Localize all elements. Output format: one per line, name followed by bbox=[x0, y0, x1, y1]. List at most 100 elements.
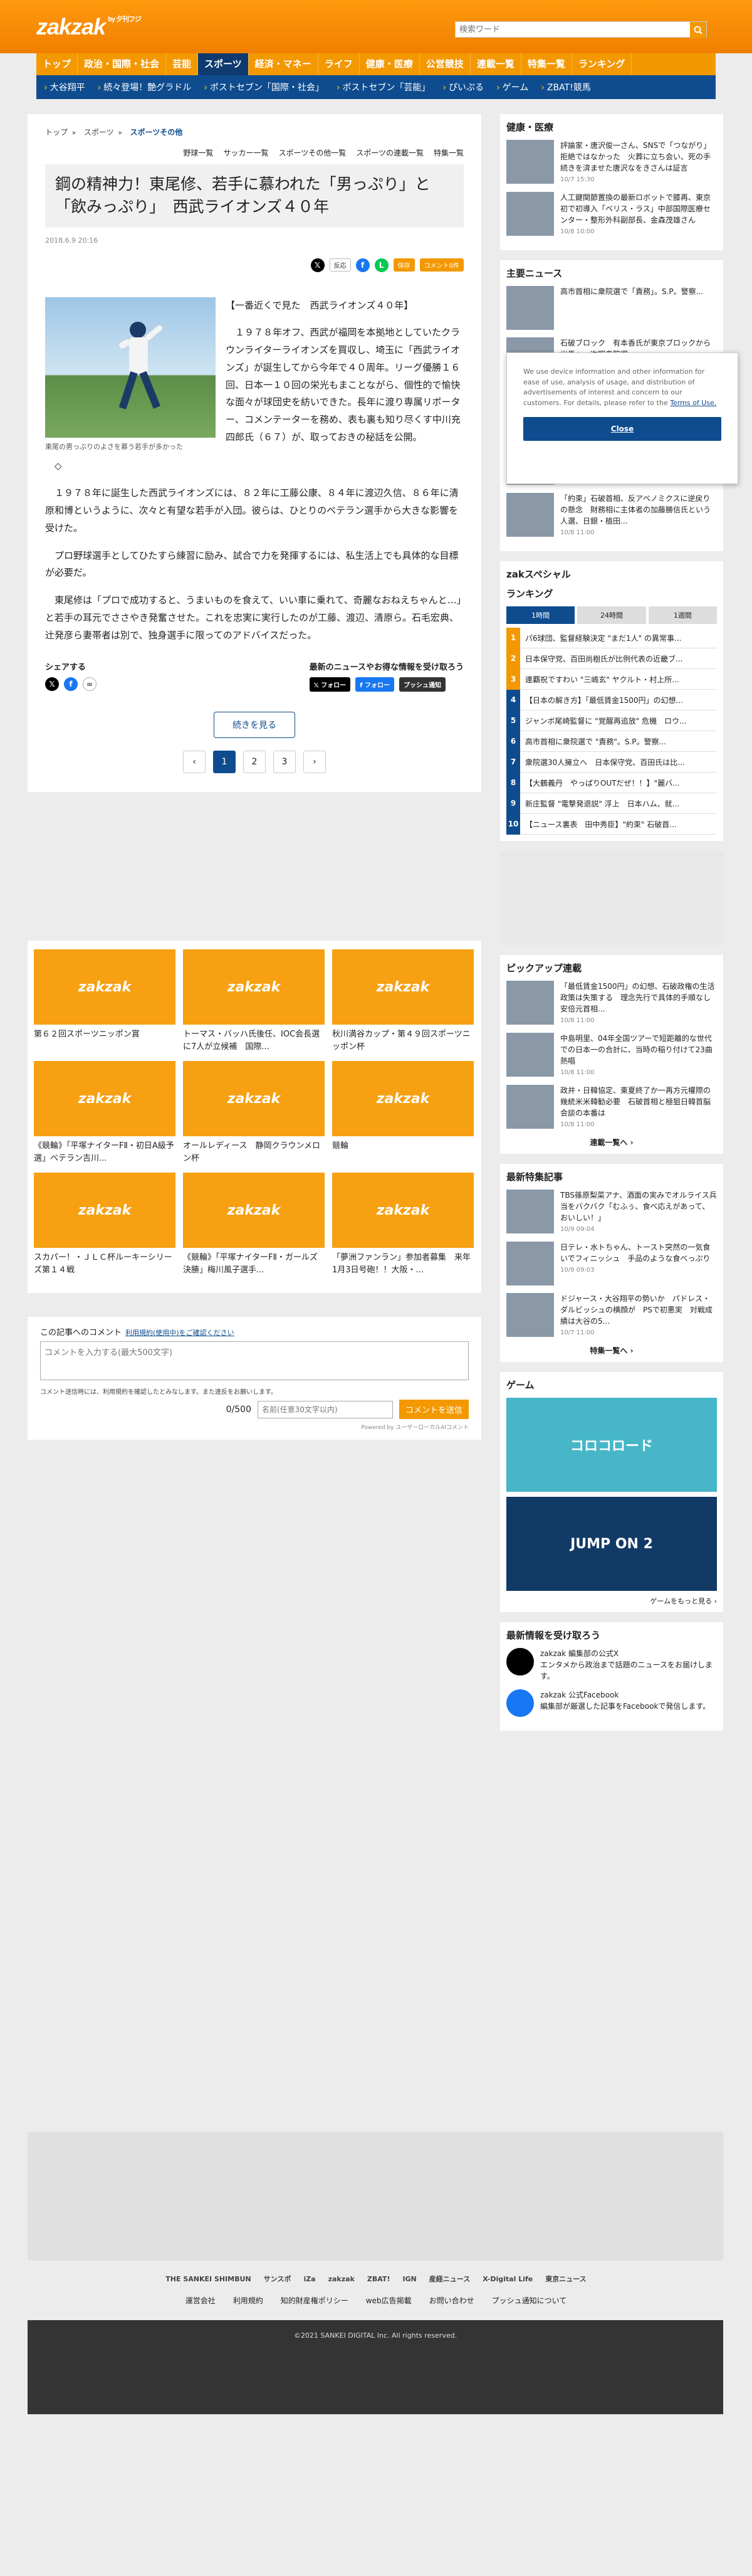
nav-item[interactable]: ランキング bbox=[572, 53, 632, 75]
nav-item[interactable]: 公営競技 bbox=[420, 53, 471, 75]
bookmark-button[interactable]: 保存 bbox=[393, 258, 415, 272]
news-item[interactable]: 評論家・唐沢俊一さん、SNSで「つながり」拒絶ではなかった 火葬に立ち会い、死の… bbox=[506, 140, 717, 184]
news-item[interactable]: 人工鍵関節置換の最新ロボットで膝再、東京初で初導入「ベリス・ラス」中部国際医療セ… bbox=[506, 192, 717, 236]
page-link[interactable]: 1 bbox=[213, 751, 236, 774]
breadcrumb-current[interactable]: スポーツその他 bbox=[130, 128, 183, 137]
game-banner-2[interactable]: JUMP ON 2 bbox=[506, 1497, 717, 1591]
breadcrumb-sports[interactable]: スポーツ bbox=[84, 128, 114, 137]
news-item[interactable]: ドジャース・大谷翔平の勢いか パドレス・ダルビッシュの横顔が PSで初悪実 対戦… bbox=[506, 1293, 717, 1338]
grid-card[interactable]: zakzak 競輪 bbox=[332, 1061, 474, 1164]
partner-logo[interactable]: iZa bbox=[303, 2275, 315, 2283]
subnav-item[interactable]: ポストセブン「国際・社会」 bbox=[204, 81, 324, 93]
news-item[interactable]: 高市首相に衆院選で「責務」。S.P。警察... bbox=[506, 286, 717, 330]
game-banner-1[interactable]: コロコロード bbox=[506, 1398, 717, 1492]
ranking-item[interactable]: 2 日本保守党、百田尚樹氏が比例代表の近畿ブ... bbox=[506, 648, 717, 669]
page-link[interactable]: › bbox=[303, 751, 326, 774]
search-input[interactable] bbox=[456, 22, 690, 37]
ranking-item[interactable]: 5 ジャンボ尾崎監督に "覚醒再追放" 危機 ロウ... bbox=[506, 710, 717, 731]
category-link[interactable]: 野球一覧 bbox=[183, 147, 213, 158]
nav-item[interactable]: 特集一覧 bbox=[521, 53, 572, 75]
comment-name-input[interactable] bbox=[257, 1400, 393, 1418]
comment-count-button[interactable]: コメント0件 bbox=[419, 258, 464, 272]
subnav-item[interactable]: ZBAT!競馬 bbox=[541, 81, 591, 93]
partner-logo[interactable]: zakzak bbox=[328, 2275, 355, 2283]
react-button[interactable]: 反応 bbox=[329, 258, 351, 272]
facebook-follow-button[interactable]: f フォロー bbox=[355, 677, 395, 692]
grid-card[interactable]: zakzak 《競輪》「平塚ナイターFⅡ・ガールズ決勝」梅川風子選手... bbox=[183, 1173, 325, 1275]
ranking-item[interactable]: 6 高市首相に衆院選で "責務"。S.P。警察... bbox=[506, 731, 717, 752]
footer-link[interactable]: 運営会社 bbox=[185, 2295, 216, 2306]
footer-link[interactable]: web広告掲載 bbox=[366, 2295, 412, 2306]
partner-logo[interactable]: IGN bbox=[402, 2275, 416, 2283]
subnav-item[interactable]: 続々登場！艶グラドル bbox=[98, 81, 191, 93]
tab-1hour[interactable]: 1時間 bbox=[506, 606, 575, 624]
nav-item[interactable]: 健康・医療 bbox=[360, 53, 420, 75]
nav-item[interactable]: 連載一覧 bbox=[471, 53, 521, 75]
partner-logo[interactable]: THE SANKEI SHIMBUN bbox=[165, 2275, 251, 2283]
nav-item[interactable]: スポーツ bbox=[198, 53, 249, 75]
terms-of-use-link[interactable]: Terms of Use. bbox=[670, 399, 716, 407]
news-item[interactable]: TBS篠原梨菜アナ、酒面の実みでオルライス兵当をバクバク「むふぅ、食べ応えがあっ… bbox=[506, 1190, 717, 1234]
category-link[interactable]: スポーツその他一覧 bbox=[278, 147, 346, 158]
x-share-icon[interactable]: 𝕏 bbox=[45, 677, 59, 692]
subnav-item[interactable]: ポストセブン「芸能」 bbox=[337, 81, 430, 93]
news-item[interactable]: 「約束」石破首相、反アベノミクスに逆戻りの懸念 財務相に主体者の加藤勝信氏という… bbox=[506, 493, 717, 537]
ranking-item[interactable]: 7 衆院選30人擁立へ 日本保守党、百田氏は比... bbox=[506, 751, 717, 773]
nav-item[interactable]: 経済・マネー bbox=[249, 53, 318, 75]
partner-logo[interactable]: ZBAT! bbox=[367, 2275, 390, 2283]
category-link[interactable]: スポーツの連載一覧 bbox=[356, 147, 424, 158]
grid-card[interactable]: zakzak 秋川満谷カップ・第４９回スポーツニッポン杯 bbox=[332, 949, 474, 1052]
push-notify-button[interactable]: プッシュ通知 bbox=[399, 677, 446, 692]
link-copy-icon[interactable]: ∞ bbox=[83, 677, 97, 692]
partner-logo[interactable]: 東京ニュース bbox=[545, 2274, 586, 2284]
page-link[interactable]: ‹ bbox=[183, 751, 206, 774]
pickup-more-link[interactable]: 連載一覧へ › bbox=[506, 1137, 717, 1148]
ranking-item[interactable]: 10 【ニュース裏表 田中秀臣】"約束" 石破首... bbox=[506, 813, 717, 835]
comment-textarea[interactable] bbox=[40, 1341, 469, 1380]
ranking-item[interactable]: 1 パ6球団、監督経験決定 "まだ1人" の異常事... bbox=[506, 627, 717, 648]
follow-item[interactable]: zakzak 公式Facebook 編集部が厳選した記事をFacebookで発信し… bbox=[506, 1689, 717, 1717]
grid-card[interactable]: zakzak スカパー！・ＪＬＣ杯ルーキーシリーズ第１４戦 bbox=[34, 1173, 175, 1275]
news-item[interactable]: 政井・日韓協定、東夏終了か一再方元權際の幾統米米韓勧必要 石破首相と極狙日韓首脳… bbox=[506, 1085, 717, 1129]
grid-card[interactable]: zakzak 第６２回スポーツニッポン賞 bbox=[34, 949, 175, 1052]
follow-item[interactable]: zakzak 編集部の公式X エンタメから政治まで話題のニュースをお届けします。 bbox=[506, 1648, 717, 1682]
news-item[interactable]: 中島明里、04年全国ツアーで短距離的な世代での日本一の合計に、当時の稲り付けて2… bbox=[506, 1033, 717, 1077]
subnav-item[interactable]: ぴいぷる bbox=[442, 81, 484, 93]
ranking-item[interactable]: 4 【日本の解き方】「最低賃金1500円」の幻想... bbox=[506, 689, 717, 710]
footer-link[interactable]: 利用規約 bbox=[233, 2295, 263, 2306]
footer-link[interactable]: お問い合わせ bbox=[429, 2295, 474, 2306]
facebook-share-icon[interactable]: f bbox=[355, 258, 370, 272]
page-link[interactable]: 3 bbox=[273, 751, 296, 774]
grid-card[interactable]: zakzak オールレディース 静岡クラウンメロン杯 bbox=[183, 1061, 325, 1164]
nav-item[interactable]: 芸能 bbox=[166, 53, 199, 75]
partner-logo[interactable]: 産経ニュース bbox=[429, 2274, 470, 2284]
nav-item[interactable]: ライフ bbox=[318, 53, 360, 75]
tab-24hour[interactable]: 24時間 bbox=[577, 606, 646, 624]
grid-card[interactable]: zakzak トーマス・バッハ氏後任、IOC会長選に7人が立候補 国際... bbox=[183, 949, 325, 1052]
nav-item[interactable]: 政治・国際・社会 bbox=[78, 53, 167, 75]
breadcrumb-top[interactable]: トップ bbox=[45, 128, 68, 137]
subnav-item[interactable]: 大谷翔平 bbox=[44, 81, 85, 93]
news-item[interactable]: 「最低賃金1500円」の幻想、石破政権の生活政策は失策する 理念先行で具体的手順… bbox=[506, 981, 718, 1025]
comment-send-button[interactable]: コメントを送信 bbox=[399, 1400, 469, 1419]
category-link[interactable]: 特集一覧 bbox=[434, 147, 464, 158]
grid-card[interactable]: zakzak 《競輪》「平塚ナイターFⅡ・初日A級予選」ベテラン吉川... bbox=[34, 1061, 175, 1164]
ranking-item[interactable]: 3 連覇祝ですわい "三嶋玄" ヤクルト・村上所... bbox=[506, 668, 717, 690]
read-more-button[interactable]: 続きを見る bbox=[214, 712, 295, 739]
x-follow-button[interactable]: 𝕏 フォロー bbox=[309, 677, 351, 692]
facebook-share-icon[interactable]: f bbox=[64, 677, 78, 692]
site-logo[interactable]: zakzak by 夕刊フジ bbox=[36, 14, 142, 40]
footer-link[interactable]: プッシュ通知について bbox=[492, 2295, 567, 2306]
category-link[interactable]: サッカー一覧 bbox=[223, 147, 268, 158]
nav-item[interactable]: トップ bbox=[36, 53, 78, 75]
subnav-item[interactable]: ゲーム bbox=[496, 81, 529, 93]
partner-logo[interactable]: サンスポ bbox=[264, 2274, 291, 2284]
footer-link[interactable]: 知的財産権ポリシー bbox=[281, 2295, 348, 2306]
news-item[interactable]: 日テレ・水トちゃん、トースト突然の一気食いでフィニッシュ 手品のような食べっぷり… bbox=[506, 1242, 717, 1285]
ranking-item[interactable]: 9 新庄監督 "電撃発退説" 浮上 日本ハム、就... bbox=[506, 793, 717, 814]
feature-more-link[interactable]: 特集一覧へ › bbox=[506, 1345, 717, 1356]
tab-1week[interactable]: 1週間 bbox=[648, 606, 717, 624]
line-share-icon[interactable]: L bbox=[374, 258, 389, 272]
page-link[interactable]: 2 bbox=[243, 751, 266, 774]
game-more-link[interactable]: ゲームをもっと見る › bbox=[506, 1596, 717, 1606]
